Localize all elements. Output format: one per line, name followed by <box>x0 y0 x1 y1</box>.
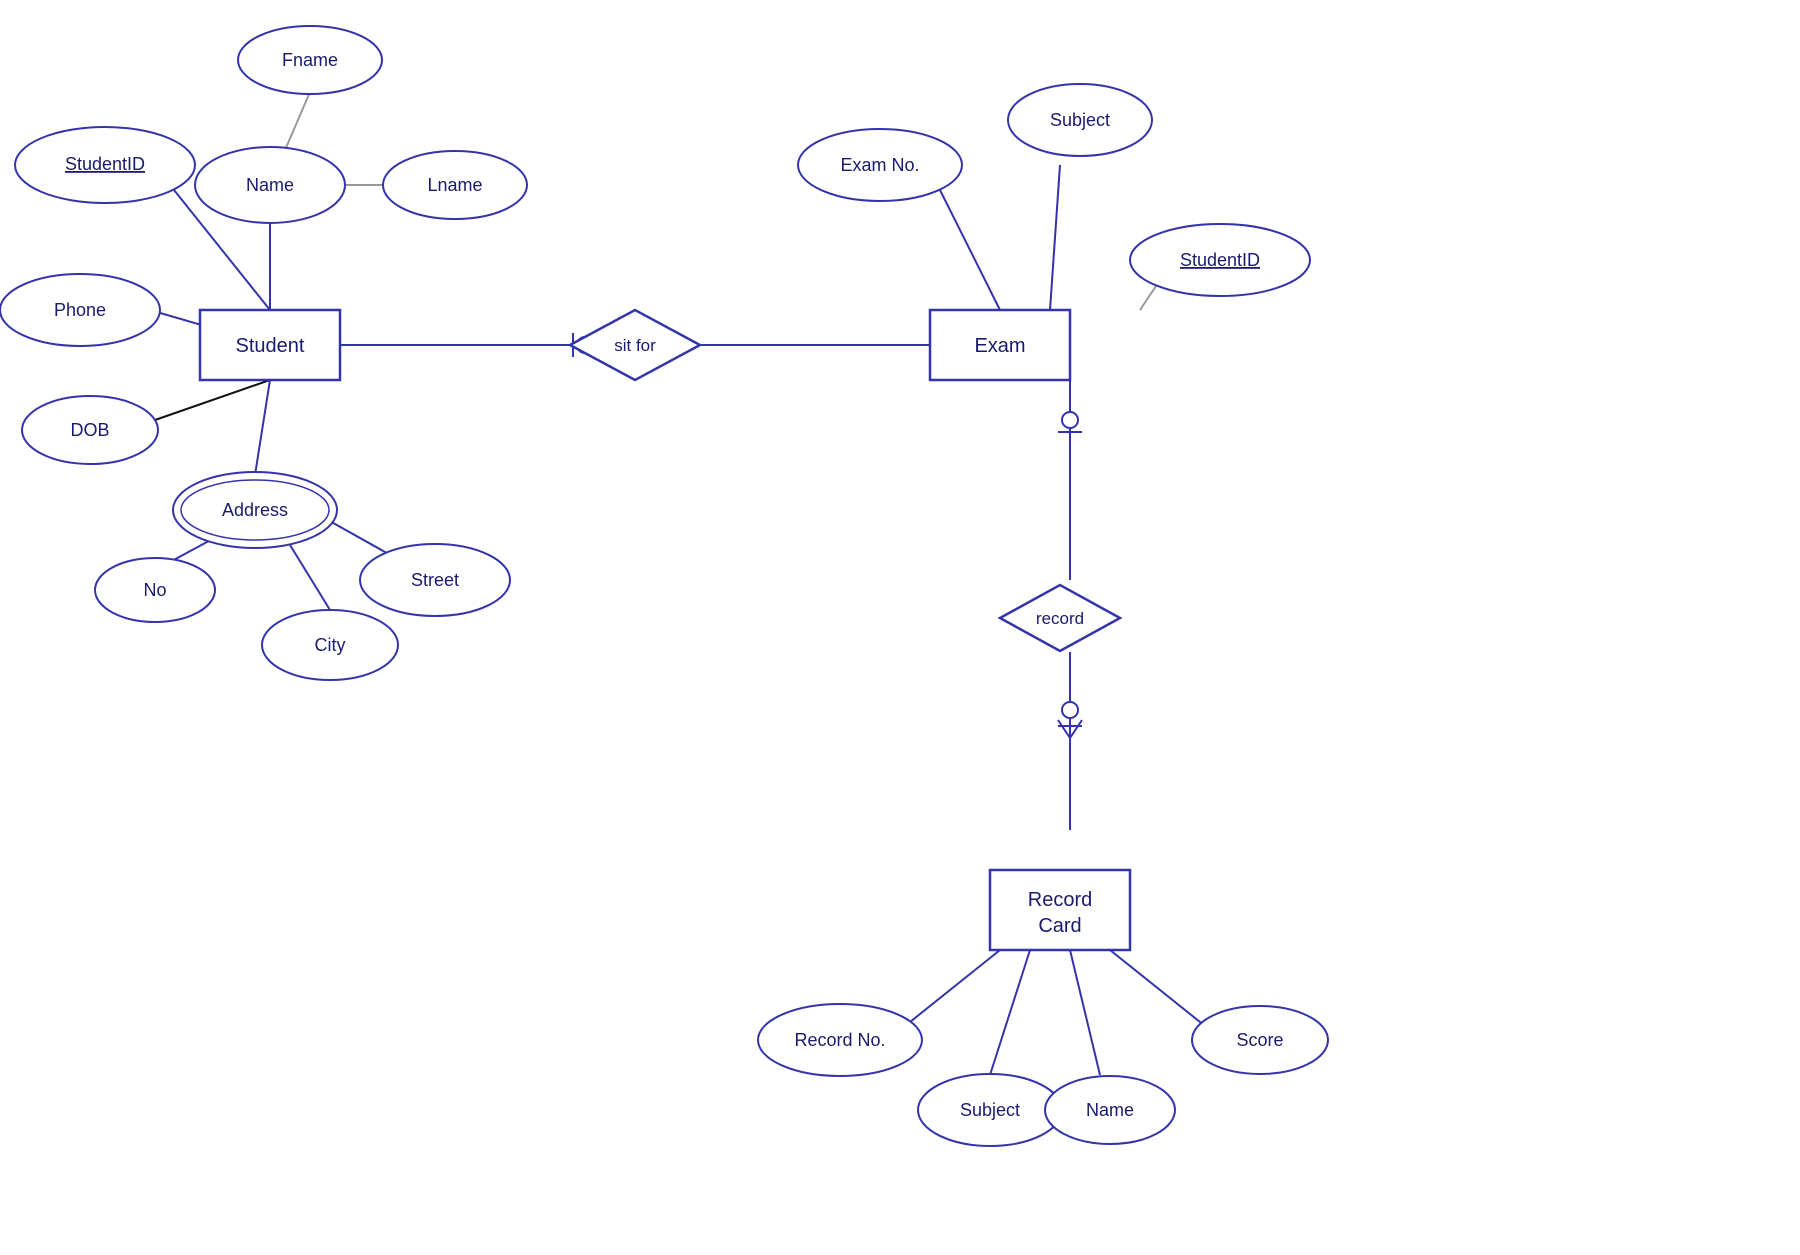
relationship-record-label: record <box>1036 609 1084 628</box>
attr-subject1-label: Subject <box>1050 110 1110 130</box>
attr-subject2-label: Subject <box>960 1100 1020 1120</box>
attr-city-label: City <box>315 635 346 655</box>
attr-studentid-label: StudentID <box>65 154 145 174</box>
attr-no-label: No <box>143 580 166 600</box>
entity-record-card-label1: Record <box>1028 889 1092 911</box>
attr-street-label: Street <box>411 570 459 590</box>
entity-exam-label: Exam <box>974 335 1025 357</box>
entity-student-label: Student <box>236 335 305 357</box>
attr-name2-label: Name <box>1086 1100 1134 1120</box>
attr-phone-label: Phone <box>54 300 106 320</box>
attr-record-no-label: Record No. <box>794 1030 885 1050</box>
attr-dob-label: DOB <box>70 420 109 440</box>
attr-score-label: Score <box>1236 1030 1283 1050</box>
entity-record-card-label2: Card <box>1038 915 1081 937</box>
attr-studentid2-label: StudentID <box>1180 250 1260 270</box>
relationship-sit-for-label: sit for <box>614 336 656 355</box>
attr-name-label: Name <box>246 175 294 195</box>
attr-exam-no-label: Exam No. <box>840 155 919 175</box>
er-diagram: Student Exam Record Card sit for record … <box>0 0 1800 1250</box>
attr-fname-label: Fname <box>282 50 338 70</box>
attr-address-label: Address <box>222 500 288 520</box>
attr-lname-label: Lname <box>427 175 482 195</box>
